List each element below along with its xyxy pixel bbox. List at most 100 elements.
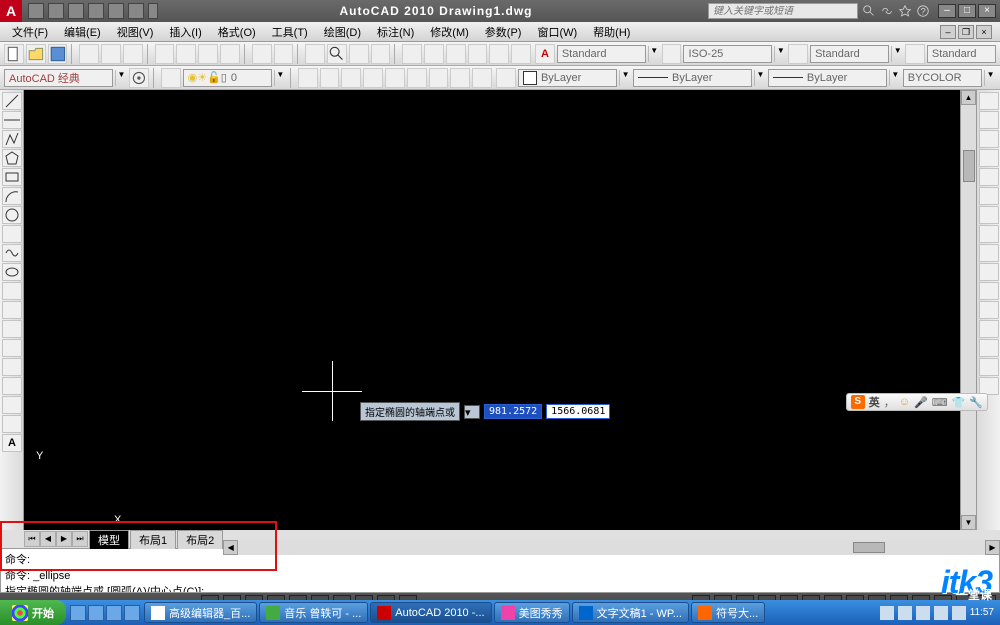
offset-tool[interactable]	[979, 149, 999, 167]
tool-palette-button[interactable]	[446, 44, 466, 64]
ime-voice-icon[interactable]: 🎤	[914, 396, 928, 409]
vscroll-thumb[interactable]	[963, 150, 975, 182]
publish-button[interactable]	[123, 44, 143, 64]
break-tool[interactable]	[979, 301, 999, 319]
scale-tool[interactable]	[979, 225, 999, 243]
layer-walk-button[interactable]	[363, 68, 383, 88]
make-block-tool[interactable]	[2, 320, 22, 338]
zoom-window-button[interactable]	[349, 44, 369, 64]
polygon-tool[interactable]	[2, 149, 22, 167]
redo-icon[interactable]	[108, 3, 124, 19]
minimize-button[interactable]: –	[938, 4, 956, 18]
mdi-minimize-button[interactable]: –	[940, 25, 956, 39]
table-tool[interactable]	[2, 415, 22, 433]
ltype-combo[interactable]: ByLayer	[633, 69, 752, 87]
ime-emoji-icon[interactable]: ☺	[899, 396, 910, 408]
dyn-y-input[interactable]: 1566.0681	[546, 404, 610, 419]
menu-insert[interactable]: 插入(I)	[161, 22, 209, 42]
menu-view[interactable]: 视图(V)	[109, 22, 162, 42]
ql-app1-icon[interactable]	[106, 605, 122, 621]
menu-tools[interactable]: 工具(T)	[264, 22, 316, 42]
lweight-dropdown-icon[interactable]: ▼	[889, 70, 901, 86]
layer-state-combo[interactable]: ◉ ☀ 🔓 ▯ 0	[183, 69, 272, 87]
menu-draw[interactable]: 绘图(D)	[316, 22, 369, 42]
scroll-right-icon[interactable]: ▶	[985, 540, 1000, 555]
ellipse-arc-tool[interactable]	[2, 282, 22, 300]
layer-props-button[interactable]	[161, 68, 181, 88]
new-icon[interactable]	[28, 3, 44, 19]
layer-match-button[interactable]	[341, 68, 361, 88]
save-icon[interactable]	[68, 3, 84, 19]
tab-next-button[interactable]: ▶	[56, 531, 72, 547]
rect-tool[interactable]	[2, 168, 22, 186]
scroll-left-icon[interactable]: ◀	[223, 540, 238, 555]
arc-tool[interactable]	[2, 187, 22, 205]
zoom-prev-button[interactable]	[371, 44, 391, 64]
horizontal-scrollbar[interactable]: ◀ ▶	[223, 540, 1000, 555]
tab-prev-button[interactable]: ◀	[40, 531, 56, 547]
layer-prev-button[interactable]	[320, 68, 340, 88]
erase-tool[interactable]	[979, 92, 999, 110]
ellipse-tool[interactable]	[2, 263, 22, 281]
layer-on-button[interactable]	[429, 68, 449, 88]
dimstyle-icon[interactable]	[662, 44, 682, 64]
tray-3-icon[interactable]	[916, 606, 930, 620]
layer-off-button[interactable]	[407, 68, 427, 88]
region-tool[interactable]	[2, 396, 22, 414]
ime-toolbar[interactable]: S 英 ， ☺ 🎤 ⌨ 👕 🔧	[846, 393, 988, 411]
layer-lock-button[interactable]	[450, 68, 470, 88]
ime-tools-icon[interactable]: 🔧	[969, 396, 983, 409]
sheet-button[interactable]	[468, 44, 488, 64]
tablestyle-dropdown-icon[interactable]: ▼	[891, 46, 903, 62]
spline-tool[interactable]	[2, 244, 22, 262]
dc-button[interactable]	[424, 44, 444, 64]
ql-desktop-icon[interactable]	[88, 605, 104, 621]
task-item-0[interactable]: 高级编辑器_百...	[144, 602, 257, 623]
match-button[interactable]	[220, 44, 240, 64]
ime-keyboard-icon[interactable]: ⌨	[932, 396, 948, 409]
copy-tool[interactable]	[979, 111, 999, 129]
undo-icon[interactable]	[88, 3, 104, 19]
join-tool[interactable]	[979, 320, 999, 338]
layer-iso-button[interactable]	[298, 68, 318, 88]
dyn-options-icon[interactable]: ▾	[464, 405, 480, 419]
pline-tool[interactable]	[2, 130, 22, 148]
hatch-tool[interactable]	[2, 358, 22, 376]
layer-freeze-button[interactable]	[385, 68, 405, 88]
hscroll-thumb[interactable]	[853, 542, 885, 553]
plotstyle-combo[interactable]: BYCOLOR	[903, 69, 982, 87]
scroll-down-icon[interactable]: ▼	[961, 515, 976, 530]
color-combo[interactable]: ByLayer	[518, 69, 617, 87]
pan-button[interactable]	[305, 44, 325, 64]
mdi-restore-button[interactable]: ❐	[958, 25, 974, 39]
menu-help[interactable]: 帮助(H)	[585, 22, 638, 42]
layer-unlock-button[interactable]	[472, 68, 492, 88]
calc-button[interactable]	[511, 44, 531, 64]
ime-skin-icon[interactable]: 👕	[952, 396, 966, 409]
favorite-icon[interactable]	[898, 4, 912, 18]
markup-button[interactable]	[489, 44, 509, 64]
menu-edit[interactable]: 编辑(E)	[56, 22, 109, 42]
ltype-dropdown-icon[interactable]: ▼	[754, 70, 766, 86]
tray-volume-icon[interactable]	[952, 606, 966, 620]
open-doc-button[interactable]	[26, 44, 46, 64]
preview-button[interactable]	[101, 44, 121, 64]
ql-app2-icon[interactable]	[124, 605, 140, 621]
lweight-combo[interactable]: ByLayer	[768, 69, 887, 87]
redo-button[interactable]	[274, 44, 294, 64]
maximize-button[interactable]: □	[958, 4, 976, 18]
ql-ie-icon[interactable]	[70, 605, 86, 621]
revcloud-tool[interactable]	[2, 225, 22, 243]
textstyle-dropdown-icon[interactable]: ▼	[648, 46, 660, 62]
mirror-tool[interactable]	[979, 130, 999, 148]
task-item-5[interactable]: 符号大...	[691, 602, 765, 623]
link-icon[interactable]	[880, 4, 894, 18]
help-icon[interactable]: ?	[916, 4, 930, 18]
point-tool[interactable]	[2, 339, 22, 357]
move-tool[interactable]	[979, 187, 999, 205]
xline-tool[interactable]	[2, 111, 22, 129]
extend-tool[interactable]	[979, 282, 999, 300]
menu-param[interactable]: 参数(P)	[477, 22, 530, 42]
menu-window[interactable]: 窗口(W)	[529, 22, 585, 42]
menu-dimension[interactable]: 标注(N)	[369, 22, 422, 42]
